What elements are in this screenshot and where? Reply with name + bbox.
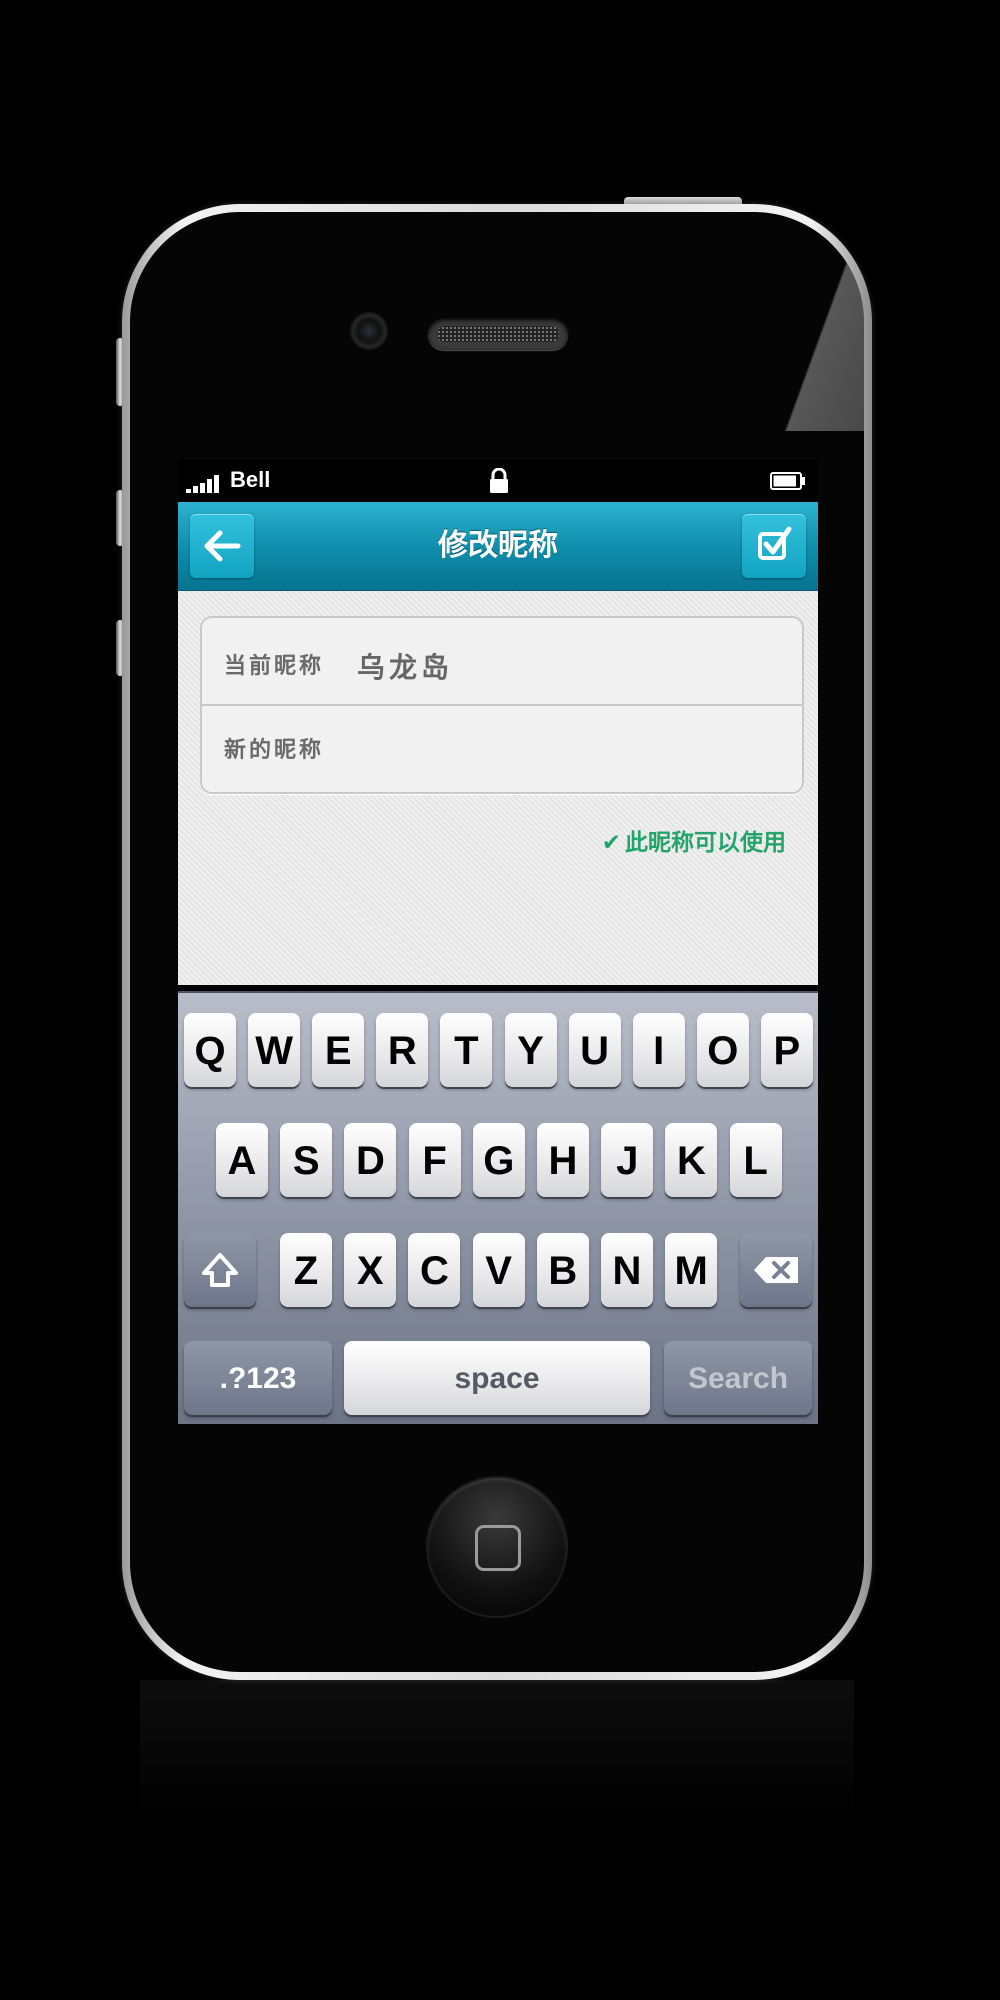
key-u[interactable]: U — [568, 1013, 621, 1087]
checkmark-icon: ✔ — [601, 829, 621, 855]
signal-bar — [200, 483, 205, 493]
shift-icon — [202, 1253, 238, 1287]
key-z[interactable]: Z — [280, 1233, 332, 1307]
back-button[interactable] — [190, 514, 254, 578]
status-bar: Bell — [178, 460, 818, 502]
key-d[interactable]: D — [344, 1123, 397, 1197]
key-a[interactable]: A — [216, 1123, 268, 1197]
home-button[interactable] — [428, 1478, 566, 1616]
current-nickname-value: 乌龙岛 — [357, 652, 454, 683]
delete-key[interactable] — [740, 1233, 812, 1307]
form-divider — [202, 704, 802, 706]
arrow-left-icon — [204, 530, 241, 562]
key-n[interactable]: N — [601, 1233, 653, 1307]
nickname-form: 当前昵称 乌龙岛 新的昵称 — [200, 616, 804, 794]
keyboard: QWERTYUIOP ASDFGHJKL ZXCVBNM .?123 space… — [178, 991, 818, 1424]
key-f[interactable]: F — [408, 1123, 461, 1197]
carrier-name: Bell — [230, 467, 271, 492]
current-nickname-label: 当前昵称 — [224, 653, 325, 678]
signal-bar — [186, 489, 191, 493]
key-q[interactable]: Q — [184, 1013, 236, 1087]
numbers-key[interactable]: .?123 — [184, 1341, 332, 1415]
signal-bar — [193, 486, 198, 493]
key-x[interactable]: X — [344, 1233, 397, 1307]
signal-bar — [207, 479, 212, 493]
content-area: 当前昵称 乌龙岛 新的昵称 ✔ 此昵称可以使用 — [178, 591, 818, 985]
shift-key[interactable] — [184, 1233, 256, 1307]
key-l[interactable]: L — [729, 1123, 782, 1197]
key-h[interactable]: H — [537, 1123, 589, 1197]
key-j[interactable]: J — [601, 1123, 654, 1197]
new-nickname-label: 新的昵称 — [224, 737, 325, 762]
availability-text: 此昵称可以使用 — [625, 829, 786, 855]
key-v[interactable]: V — [472, 1233, 525, 1307]
key-b[interactable]: B — [536, 1233, 589, 1307]
phone-screen: Bell 修改昵称 当前昵称 乌龙岛 新的昵称 ✔ 此昵称可以使用 Q W E … — [178, 460, 818, 1424]
page-title: 修改昵称 — [438, 529, 558, 562]
front-camera — [352, 314, 386, 348]
earpiece-speaker — [428, 318, 568, 350]
key-m[interactable]: M — [665, 1233, 718, 1307]
navigation-bar: 修改昵称 — [178, 502, 818, 591]
key-e[interactable]: E — [312, 1013, 365, 1087]
home-square-icon — [475, 1525, 521, 1571]
search-key[interactable]: Search — [664, 1341, 812, 1415]
phone-reflection — [140, 1680, 854, 2000]
signal-bar — [214, 475, 219, 493]
space-key[interactable]: space — [344, 1341, 650, 1415]
speaker-mesh — [437, 326, 559, 342]
battery-icon — [770, 472, 805, 490]
key-o[interactable]: O — [696, 1013, 749, 1087]
key-y[interactable]: Y — [504, 1013, 557, 1087]
key-t[interactable]: T — [440, 1013, 493, 1087]
lock-icon — [490, 468, 508, 493]
confirm-button[interactable] — [742, 514, 806, 578]
backspace-icon — [754, 1257, 798, 1283]
key-k[interactable]: K — [665, 1123, 718, 1197]
key-r[interactable]: R — [376, 1013, 429, 1087]
key-i[interactable]: I — [632, 1013, 685, 1087]
checkbox-check-icon — [758, 526, 792, 560]
key-g[interactable]: G — [472, 1123, 525, 1197]
new-nickname-input[interactable] — [357, 724, 781, 766]
key-p[interactable]: P — [760, 1013, 813, 1087]
availability-hint: ✔ 此昵称可以使用 — [602, 823, 786, 857]
key-s[interactable]: S — [280, 1123, 333, 1197]
key-w[interactable]: W — [248, 1013, 301, 1087]
signal-icon — [186, 460, 226, 502]
key-c[interactable]: C — [408, 1233, 461, 1307]
